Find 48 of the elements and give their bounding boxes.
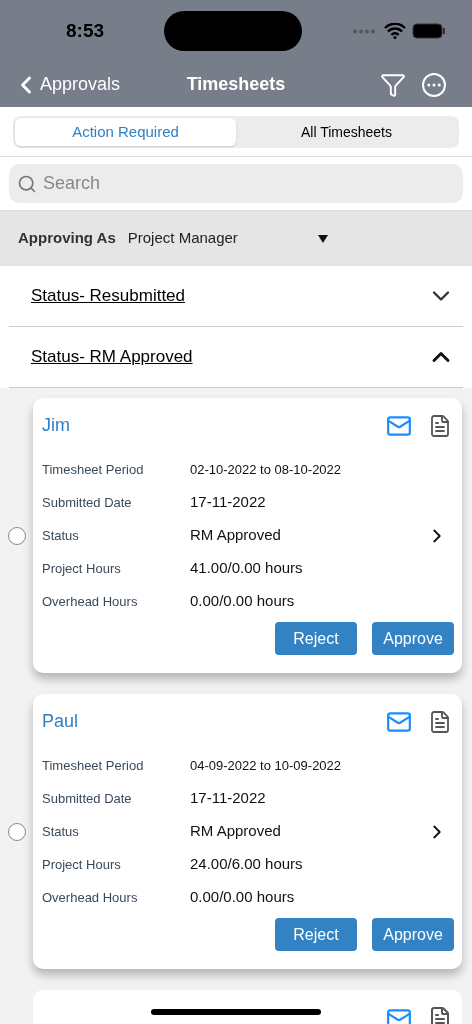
approve-button[interactable]: Approve [372, 622, 454, 655]
radio-button[interactable] [7, 526, 26, 545]
field-label: Overhead Hours [42, 888, 139, 907]
more-options-icon[interactable] [422, 72, 446, 97]
signal-dots-icon [352, 28, 378, 34]
field-value: 17-11-2022 [190, 492, 267, 513]
document-icon[interactable] [428, 1006, 452, 1024]
clock: 8:53 [66, 18, 105, 43]
field-label: Submitted Date [42, 789, 133, 808]
filter-icon[interactable] [380, 71, 406, 98]
dropdown-arrow-icon [317, 234, 328, 243]
field-value: RM Approved [190, 821, 282, 842]
approving-as-label: Approving As [18, 228, 116, 249]
field-value: RM Approved [190, 525, 282, 546]
section-header[interactable]: Status- Resubmitted [9, 266, 463, 327]
field-value: 0.00/0.00 hours [190, 591, 296, 612]
document-icon[interactable] [428, 413, 452, 438]
reject-button[interactable]: Reject [275, 918, 357, 951]
field-label: Timesheet Period [42, 460, 145, 479]
search-field[interactable]: Search [9, 164, 463, 203]
field-label: Project Hours [42, 855, 122, 874]
field-value: 41.00/0.00 hours [190, 558, 304, 579]
document-icon[interactable] [428, 709, 452, 734]
back-button[interactable]: Approvals [12, 70, 121, 99]
field-value: 0.00/0.00 hours [190, 887, 296, 908]
screen-title: Timesheets [186, 73, 286, 96]
battery-icon [412, 23, 446, 39]
segment-tab[interactable]: All Timesheets [236, 118, 457, 146]
field-label: Overhead Hours [42, 592, 139, 611]
field-label: Project Hours [42, 559, 122, 578]
radio-button[interactable] [7, 822, 26, 841]
approve-button[interactable]: Approve [372, 918, 454, 951]
field-label: Timesheet Period [42, 756, 145, 775]
field-label: Status [42, 822, 80, 841]
employee-name[interactable]: Jim [42, 412, 70, 439]
employee-name[interactable]: Paul [42, 708, 79, 735]
search-icon [17, 174, 37, 194]
section-header[interactable]: Status- RM Approved [9, 327, 463, 388]
field-label: Status [42, 526, 80, 545]
segment-tab[interactable]: Action Required [15, 118, 236, 146]
reject-button[interactable]: Reject [275, 622, 357, 655]
field-value: 17-11-2022 [190, 788, 267, 809]
field-label: Submitted Date [42, 493, 133, 512]
role-dropdown[interactable]: Project Manager [127, 227, 328, 250]
field-value: 04-09-2022 to 10-09-2022 [190, 756, 343, 775]
field-value: 02-10-2022 to 08-10-2022 [190, 460, 343, 479]
field-value: 24.00/6.00 hours [190, 854, 304, 875]
wifi-icon [384, 23, 406, 39]
